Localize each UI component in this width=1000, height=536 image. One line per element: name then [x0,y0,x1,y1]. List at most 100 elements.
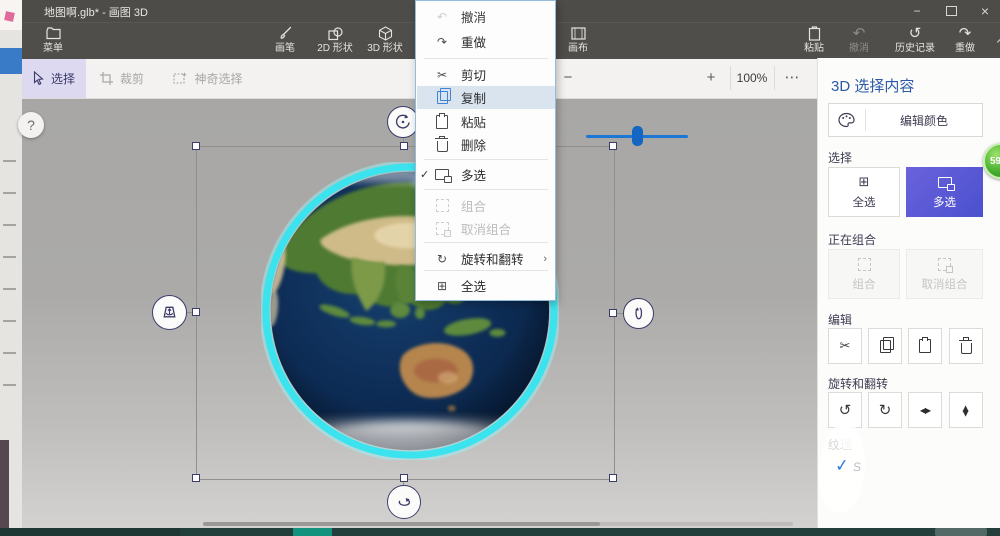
trash-icon [961,343,972,354]
background-text-fragment [3,160,16,162]
menu-item-select-all[interactable]: ⊞ 全选 [417,274,555,297]
zoom-in-button[interactable]: + [699,66,723,90]
scale-handle-middle-right[interactable] [609,309,617,317]
group-icon [858,256,871,272]
scale-handle-top-center[interactable] [400,142,408,150]
scale-handle-top-left[interactable] [192,142,200,150]
menu-item-delete[interactable]: 删除 [417,133,555,156]
undo-icon: ↶ [834,25,884,42]
rotate-right-button[interactable]: ↻ [868,392,902,428]
palette-icon [838,112,855,128]
rotate-z-icon [394,113,412,131]
edit-color-button[interactable]: 编辑颜色 [828,103,983,137]
crop-tool-label: 裁剪 [120,70,144,87]
scale-handle-bottom-center[interactable] [400,474,408,482]
rotate-y-handle-bottom[interactable] [387,485,421,519]
redo-icon: ↷ [431,35,453,49]
background-text-fragment [3,288,16,290]
copy-button[interactable] [868,328,902,364]
background-text-fragment [3,320,16,322]
magic-select-button[interactable]: 神奇选择 [158,58,258,98]
group-icon [431,199,453,212]
cut-button[interactable]: ✂ [828,328,862,364]
scale-handle-bottom-left[interactable] [192,474,200,482]
cursor-arrow-icon [33,71,44,85]
scale-handle-top-right[interactable] [609,142,617,150]
rotate-section-label: 旋转和翻转 [828,375,888,392]
copy-icon [880,340,891,353]
menu-item-multiselect[interactable]: ✓ 多选 [417,163,555,186]
canvas-button[interactable]: 画布 [552,25,604,59]
flip-horizontal-button[interactable]: ◀▶ [908,392,942,428]
menu-separator [424,242,548,243]
collapse-ribbon-button[interactable] [990,25,1000,59]
background-window-highlight [0,48,22,74]
taskbar-accent-segment [293,528,332,536]
menu-item-ungroup[interactable]: 取消组合 [417,217,555,240]
clipboard-paste-icon [431,115,453,129]
delete-button[interactable] [949,328,983,364]
zoom-out-button[interactable]: − [556,66,580,90]
group-button-disabled[interactable]: 组合 [828,249,900,299]
maximize-button[interactable] [936,0,966,22]
brushes-button[interactable]: 画笔 [258,25,312,59]
taskbar-strip [0,528,1000,536]
select-all-grid-icon: ⊞ [431,279,453,293]
zoom-slider-thumb[interactable] [632,126,643,146]
background-text-fragment [3,224,16,226]
scale-handle-bottom-right[interactable] [609,474,617,482]
background-window-sliver [0,0,22,536]
clipboard-paste-icon [919,339,931,353]
submenu-arrow-icon: › [543,253,547,265]
rotate-ccw-icon: ↺ [839,401,852,419]
select-all-button[interactable]: ⊞ 全选 [828,167,900,217]
ungroup-icon [938,256,951,272]
undo-button-disabled[interactable]: ↶ 撤消 [834,25,884,59]
more-options-button[interactable]: ⋯ [780,66,804,90]
menu-button[interactable]: 菜单 [28,25,78,59]
crop-icon [100,72,113,85]
redo-icon: ↷ [940,25,990,42]
horizontal-scrollbar-track[interactable] [203,522,793,526]
rotate-left-button[interactable]: ↺ [828,392,862,428]
context-menu: ↶ 撤消 ↷ 重做 ✂ 剪切 复制 粘贴 删除 ✓ 多选 组合 取消组合 ↻ 旋… [415,0,556,301]
menu-separator [424,159,548,160]
menu-item-undo[interactable]: ↶ 撤消 [417,5,555,28]
ungroup-icon [431,222,453,235]
zoom-percentage[interactable]: 100% [730,71,774,85]
group-section-label: 正在组合 [828,231,876,248]
redo-button[interactable]: ↷ 重做 [940,25,990,59]
scissors-icon: ✂ [840,338,851,354]
select-all-grid-icon: ⊞ [859,174,870,190]
taskbar-segment [0,528,180,536]
flip-vertical-icon: ◀▶ [962,405,971,415]
horizontal-scrollbar-thumb[interactable] [203,522,600,526]
paste-button[interactable]: 粘贴 [788,25,840,59]
edit-section-label: 编辑 [828,311,852,328]
paste-button-panel[interactable] [908,328,942,364]
flip-vertical-button[interactable]: ◀▶ [949,392,983,428]
menu-item-rotate-flip[interactable]: ↻ 旋转和翻转 › [417,247,555,270]
select-tool-button[interactable]: 选择 [22,58,86,98]
rotate-x-handle[interactable] [152,295,187,330]
maximize-icon [946,6,957,16]
menu-item-cut[interactable]: ✂ 剪切 [417,63,555,86]
multi-select-button-active[interactable]: 多选 [906,167,983,217]
rotate-y-handle-right[interactable] [623,298,654,329]
scale-handle-middle-left[interactable] [192,308,200,316]
brush-icon [258,25,312,42]
toolbar-separator [774,66,775,90]
3d-shapes-button[interactable]: 3D 形状 [358,25,412,59]
menu-item-redo[interactable]: ↷ 重做 [417,30,555,53]
history-button[interactable]: ↺ 历史记录 [886,25,944,59]
ungroup-button-disabled[interactable]: 取消组合 [906,249,983,299]
2d-shapes-button[interactable]: 2D 形状 [308,25,362,59]
crop-tool-button[interactable]: 裁剪 [92,58,152,98]
menu-item-group[interactable]: 组合 [417,194,555,217]
menu-item-copy[interactable]: 复制 [417,86,555,109]
close-button[interactable]: × [970,0,1000,22]
minimize-button[interactable]: − [902,0,932,22]
menu-item-paste[interactable]: 粘贴 [417,110,555,133]
help-button[interactable]: ? [18,112,44,138]
rotate-cw-icon: ↻ [879,401,892,419]
